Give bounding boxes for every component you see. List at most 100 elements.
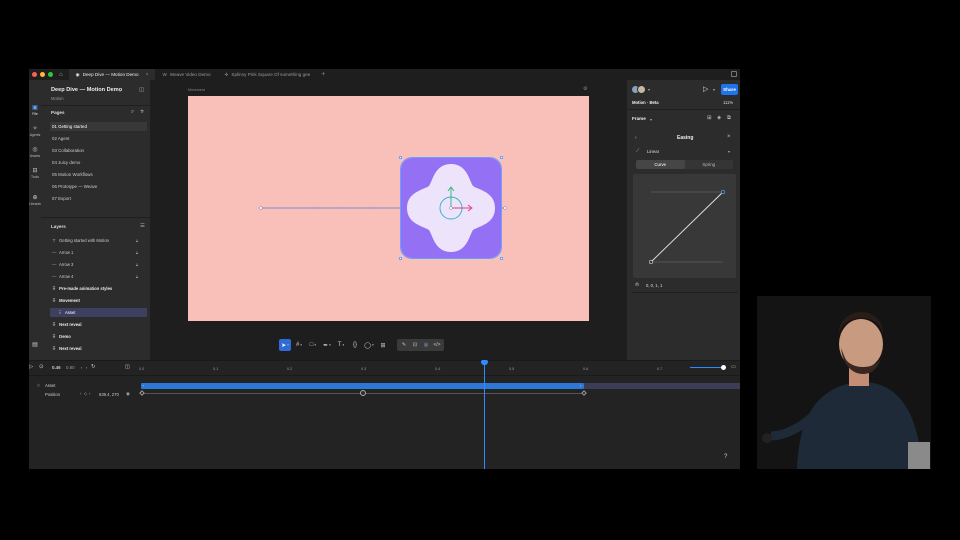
current-time[interactable]: 0.46 xyxy=(52,365,61,370)
frame-tool-button[interactable]: # ▾ xyxy=(293,339,305,351)
actions-tool-button[interactable]: ⊞ xyxy=(377,339,389,351)
lock-icon[interactable]: 🔒︎ xyxy=(136,260,138,269)
chevron-left-icon[interactable]: ‹ xyxy=(143,383,144,388)
window-layout-icon[interactable] xyxy=(731,71,737,77)
tab-weave-video[interactable]: W Weave Video Demo xyxy=(155,69,217,80)
minimize-window-button[interactable] xyxy=(40,72,45,77)
curve-value-input[interactable]: 0, 0, 1, 1 xyxy=(646,283,662,288)
timeline-settings-icon[interactable]: ▭ xyxy=(731,364,736,370)
text-tool-button[interactable]: T ▾ xyxy=(335,339,347,351)
prototype-mode-button[interactable]: ⊡ xyxy=(410,340,420,350)
duration[interactable]: 0.80 xyxy=(66,365,75,370)
layer-item[interactable]: ⠿ Next reveal xyxy=(50,344,147,353)
asset-frame[interactable] xyxy=(399,156,503,260)
playhead-handle[interactable] xyxy=(481,360,488,365)
maximize-window-button[interactable] xyxy=(48,72,53,77)
lock-icon[interactable]: 🔒︎ xyxy=(136,272,138,281)
sidebar-toggle-icon[interactable]: ◫ xyxy=(139,87,144,93)
page-item[interactable]: 05 Motion Workflows xyxy=(50,170,147,179)
chevron-right-icon[interactable]: › xyxy=(86,365,87,370)
bezier-curve-editor[interactable] xyxy=(633,174,736,278)
asset-track-bar[interactable] xyxy=(141,383,584,389)
page-item[interactable]: 01 Getting started xyxy=(50,122,147,131)
new-tab-button[interactable]: + xyxy=(321,71,325,78)
close-icon[interactable]: × xyxy=(727,134,731,140)
chevron-down-icon[interactable]: ▾ xyxy=(648,87,650,92)
frame-name-label[interactable]: Movement xyxy=(188,88,205,92)
lock-icon[interactable]: 🔒︎ xyxy=(136,236,138,245)
chevron-left-icon[interactable]: ‹ xyxy=(80,391,81,396)
chevron-right-icon[interactable]: › xyxy=(89,391,90,396)
zoom-slider-handle[interactable] xyxy=(721,365,726,370)
plus-icon[interactable]: + xyxy=(140,108,144,115)
canvas[interactable]: Movement ⚙ ➤ ▾ # ▾ □ ▾ ✒ ▾ T ▾ {} ◯ ▾ ⊞ … xyxy=(151,80,626,360)
rail-libraries[interactable]: ⊕ Libraries xyxy=(29,195,42,206)
motion-mode-button[interactable]: ◎ xyxy=(421,340,431,350)
page-item[interactable]: 07 Export xyxy=(50,194,147,203)
keyframe-end[interactable] xyxy=(581,390,587,396)
chevron-down-icon[interactable]: ▾ xyxy=(119,88,121,93)
tab-deep-dive[interactable]: ◉ Deep Dive — Motion Demo × xyxy=(68,69,156,80)
resize-handle[interactable] xyxy=(500,257,503,260)
blob-shape[interactable] xyxy=(401,158,501,258)
layer-item-selected[interactable]: ⠿ Asset xyxy=(50,308,147,317)
close-tab-icon[interactable]: × xyxy=(146,72,149,78)
resize-handle[interactable] xyxy=(399,257,402,260)
chevron-left-icon[interactable]: ‹ xyxy=(81,365,82,370)
easing-type-select[interactable]: Linear xyxy=(647,149,659,154)
comment-tool-button[interactable]: ◯ ▾ xyxy=(363,339,375,351)
panel-toggle-icon[interactable]: ◫ xyxy=(125,364,130,370)
tab-spring[interactable]: Spring xyxy=(685,160,734,169)
rail-bottom[interactable]: ▤ xyxy=(29,342,41,349)
pen-tool-button[interactable]: ✒ ▾ xyxy=(321,339,333,351)
home-icon[interactable]: ⌂ xyxy=(59,72,63,78)
share-button[interactable]: Share xyxy=(721,84,738,95)
keyframe-icon[interactable]: ◇ xyxy=(84,391,87,396)
search-pages-icon[interactable]: ⌕ xyxy=(131,109,134,116)
play-icon[interactable]: ▷ xyxy=(703,85,708,93)
settings-icon[interactable]: ⚙ xyxy=(583,86,587,92)
dev-mode-button[interactable]: </> xyxy=(432,340,442,350)
layer-item[interactable]: T Getting started with Motion 🔒︎ xyxy=(50,236,147,245)
lock-icon[interactable]: 🔒︎ xyxy=(136,248,138,257)
tab-curve[interactable]: Curve xyxy=(636,160,685,169)
detach-icon[interactable]: ⧉ xyxy=(727,115,731,122)
frame-movement[interactable] xyxy=(188,96,589,321)
grid-icon[interactable]: ⊞ xyxy=(707,115,712,121)
layers-options-icon[interactable]: ☰ xyxy=(140,223,145,229)
layer-item[interactable]: ⠿ Movement xyxy=(50,296,147,305)
help-button[interactable]: ? xyxy=(724,454,727,460)
back-icon[interactable]: ‹ xyxy=(635,135,637,141)
loop-icon[interactable]: ⊙ xyxy=(39,364,44,370)
repeat-icon[interactable]: ↻ xyxy=(91,364,96,370)
layer-item[interactable]: — Arrow 4 🔒︎ xyxy=(50,272,147,281)
rail-file[interactable]: ▣ File xyxy=(29,105,41,116)
layer-item[interactable]: ⠿ Pre-made animation styles xyxy=(50,284,147,293)
rail-agents[interactable]: ✧ Agents xyxy=(29,126,41,137)
component-icon[interactable]: ◈ xyxy=(717,115,721,121)
page-item[interactable]: 06 Prototype — Weave xyxy=(50,182,147,191)
close-window-button[interactable] xyxy=(32,72,37,77)
rail-tools[interactable]: ⊟ Tools xyxy=(29,168,41,179)
project-title[interactable]: Deep Dive — Motion Demo xyxy=(51,87,122,93)
shape-tool-button[interactable]: □ ▾ xyxy=(307,339,319,351)
tab-splinny[interactable]: ✣ Splinny Pink Square Of something gee xyxy=(218,69,318,80)
rail-assets[interactable]: ◎ Assets xyxy=(29,147,41,158)
page-item[interactable]: 02 Agent xyxy=(50,134,147,143)
layer-item[interactable]: — Arrow 3 🔒︎ xyxy=(50,260,147,269)
zoom-slider-track[interactable] xyxy=(690,367,724,368)
resize-handle[interactable] xyxy=(500,156,503,159)
design-mode-button[interactable]: ✎ xyxy=(399,340,409,350)
playhead-line[interactable] xyxy=(484,361,485,469)
layer-item[interactable]: — Arrow 1 🔒︎ xyxy=(50,248,147,257)
chevron-down-icon[interactable]: ▾ xyxy=(713,87,715,92)
page-item[interactable]: 04 Juicy demo xyxy=(50,158,147,167)
zoom-level[interactable]: 111% xyxy=(723,100,733,105)
resize-handle[interactable] xyxy=(399,156,402,159)
eye-icon[interactable]: ◉ xyxy=(126,391,130,397)
frame-dropdown[interactable]: Frame xyxy=(632,116,646,121)
chevron-down-icon[interactable]: ▾ xyxy=(650,117,652,122)
move-tool-button[interactable]: ➤ ▾ xyxy=(279,339,291,351)
layer-item[interactable]: ⠿ Demo xyxy=(50,332,147,341)
page-item[interactable]: 03 Collaboration xyxy=(50,146,147,155)
